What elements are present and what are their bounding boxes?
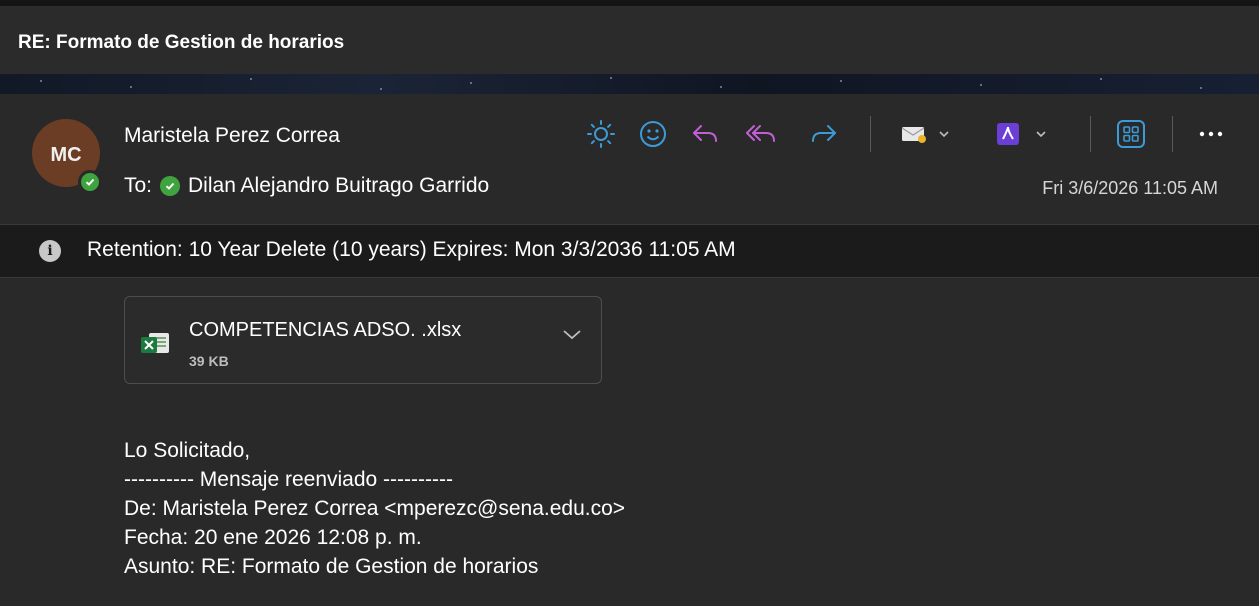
body-line: ---------- Mensaje reenviado ---------- bbox=[124, 468, 453, 491]
attachment-card[interactable]: COMPETENCIAS ADSO. .xlsx 39 KB bbox=[124, 296, 602, 384]
body-line: Lo Solicitado, bbox=[124, 439, 251, 462]
adobe-pdf-icon[interactable] bbox=[994, 114, 1056, 154]
toolbar-divider bbox=[1172, 116, 1173, 152]
apps-icon[interactable] bbox=[1114, 114, 1148, 154]
recipient-presence-icon bbox=[160, 176, 181, 196]
message-body: Lo Solicitado, ---------- Mensaje reenvi… bbox=[124, 436, 625, 581]
toolbar-divider bbox=[1090, 116, 1091, 152]
email-subject-title: RE: Formato de Gestion de horarios bbox=[18, 32, 345, 53]
window-titlebar: RE: Formato de Gestion de horarios bbox=[0, 0, 1259, 74]
toolbar-divider bbox=[870, 116, 871, 152]
more-icon[interactable] bbox=[1196, 114, 1226, 154]
to-label: To: bbox=[124, 174, 153, 197]
retention-bar: i Retention: 10 Year Delete (10 years) E… bbox=[0, 224, 1259, 278]
reply-icon[interactable] bbox=[688, 114, 722, 154]
avatar-initials: MC bbox=[50, 143, 82, 166]
attachment-name: COMPETENCIAS ADSO. .xlsx bbox=[189, 319, 462, 341]
recipient-name[interactable]: Dilan Alejandro Buitrago Garrido bbox=[188, 174, 489, 198]
message-toolbar bbox=[584, 114, 1234, 154]
body-line: Fecha: 20 ene 2026 12:08 p. m. bbox=[124, 526, 422, 549]
recipients-line: To: Dilan Alejandro Buitrago Garrido bbox=[124, 174, 489, 198]
sender-name[interactable]: Maristela Perez Correa bbox=[124, 124, 340, 148]
chevron-down-icon[interactable] bbox=[561, 327, 583, 346]
excel-file-icon bbox=[139, 331, 173, 362]
attachment-size: 39 KB bbox=[189, 353, 229, 369]
sent-date: Fri 3/6/2026 11:05 AM bbox=[1042, 178, 1218, 198]
body-line: Asunto: RE: Formato de Gestion de horari… bbox=[124, 555, 539, 578]
presence-available-icon bbox=[78, 170, 102, 194]
mail-tag-icon[interactable] bbox=[898, 114, 958, 154]
forward-icon[interactable] bbox=[806, 114, 842, 154]
info-icon: i bbox=[39, 240, 61, 262]
body-line: De: Maristela Perez Correa <mperezc@sena… bbox=[124, 497, 626, 520]
reply-all-icon[interactable] bbox=[742, 114, 780, 154]
brightness-icon[interactable] bbox=[584, 114, 618, 154]
retention-text: Retention: 10 Year Delete (10 years) Exp… bbox=[87, 238, 736, 261]
header-banner bbox=[0, 74, 1259, 94]
emoji-icon[interactable] bbox=[636, 114, 670, 154]
